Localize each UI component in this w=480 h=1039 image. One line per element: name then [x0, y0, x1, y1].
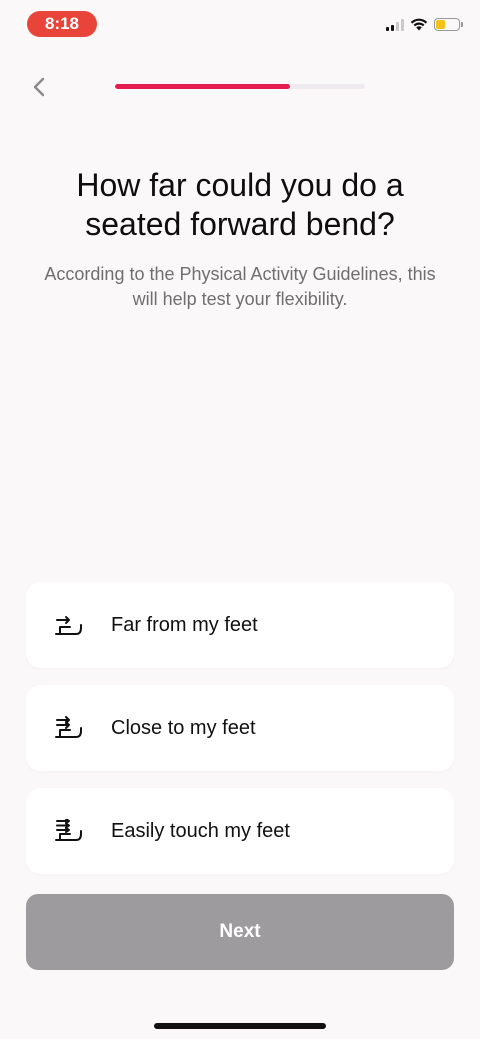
status-time: 8:18: [27, 11, 97, 37]
next-button[interactable]: Next: [26, 894, 454, 970]
cellular-signal-icon: [386, 18, 404, 31]
home-indicator[interactable]: [154, 1023, 326, 1029]
progress-bar: [115, 84, 365, 89]
option-far-from-feet[interactable]: Far from my feet: [26, 582, 454, 668]
chevron-left-icon: [33, 77, 45, 97]
options-list: Far from my feet Close to my feet Easily…: [26, 582, 454, 874]
forward-bend-2-icon: [53, 714, 85, 742]
progress-fill: [115, 84, 290, 89]
option-easily-touch-feet[interactable]: Easily touch my feet: [26, 788, 454, 874]
forward-bend-1-icon: [53, 611, 85, 639]
wifi-icon: [410, 18, 428, 31]
page-subtitle: According to the Physical Activity Guide…: [44, 264, 436, 309]
option-close-to-feet[interactable]: Close to my feet: [26, 685, 454, 771]
battery-icon: [434, 18, 463, 31]
back-button[interactable]: [24, 72, 54, 102]
option-label: Close to my feet: [111, 716, 256, 739]
status-icons: [386, 18, 463, 31]
option-label: Easily touch my feet: [111, 819, 290, 842]
forward-bend-3-icon: [53, 817, 85, 845]
page-title: How far could you do a seated forward be…: [76, 167, 404, 242]
option-label: Far from my feet: [111, 613, 258, 636]
status-bar: 8:18: [0, 0, 480, 48]
